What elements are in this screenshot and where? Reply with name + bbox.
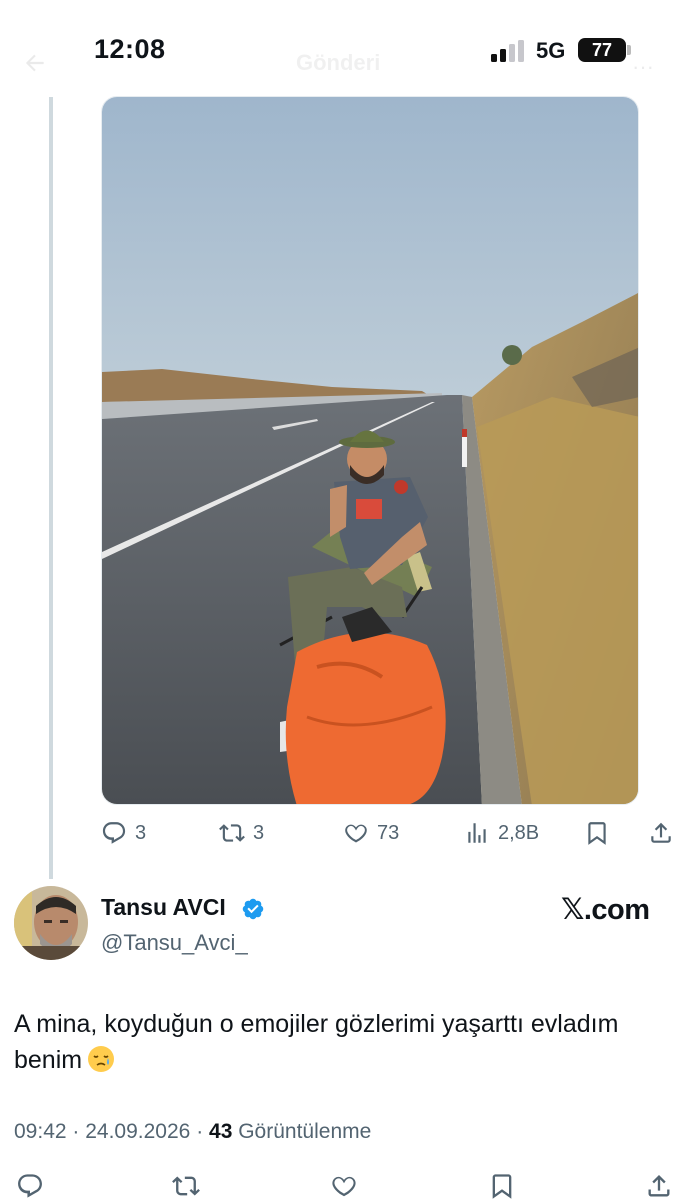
tweet-photo[interactable] — [101, 96, 639, 805]
author-name[interactable]: Tansu AVCI — [101, 894, 226, 921]
retweet-icon[interactable] — [172, 1172, 200, 1199]
retweet-button[interactable]: 3 — [219, 818, 264, 848]
reply-icon[interactable] — [16, 1172, 44, 1199]
retweet-icon — [219, 824, 245, 842]
avatar[interactable] — [14, 886, 88, 960]
back-arrow-icon[interactable] — [22, 50, 48, 76]
reply-button[interactable]: 3 — [101, 818, 146, 848]
like-count: 73 — [377, 821, 400, 844]
avatar-image — [14, 886, 88, 960]
signal-icon — [491, 40, 524, 62]
share-icon — [651, 822, 671, 843]
author-handle[interactable]: @Tansu_Avci_ — [101, 930, 248, 956]
tweet-views-label: Görüntülenme — [238, 1120, 372, 1143]
tweet-text: A mina, koyduğun o emojiler gözlerimi ya… — [14, 1006, 674, 1078]
like-button[interactable]: 73 — [343, 818, 399, 848]
status-time: 12:08 — [94, 34, 166, 64]
page-title: Gönderi — [296, 50, 381, 75]
heart-icon — [345, 824, 367, 843]
tweet-time[interactable]: 09:42 — [14, 1120, 67, 1143]
retweet-count: 3 — [253, 821, 265, 844]
tweet-action-bar — [0, 1168, 691, 1199]
share-icon[interactable] — [645, 1172, 673, 1199]
network-type: 5G — [536, 38, 566, 63]
tweet-date[interactable]: 24.09.2026 — [85, 1120, 190, 1143]
tweet-meta: 09:42 · 24.09.2026 · 43 Görüntülenme — [14, 1120, 371, 1144]
reply-icon — [102, 822, 126, 844]
x-brand-watermark: 𝕏.com — [561, 894, 650, 926]
battery-level: 77 — [591, 39, 613, 60]
heart-icon[interactable] — [330, 1172, 358, 1199]
analytics-icon — [468, 823, 486, 843]
view-count: 2,8B — [498, 821, 540, 844]
status-bar: Gönderi ··· 12:08 5G 77 — [0, 0, 691, 100]
bookmark-button[interactable] — [584, 818, 610, 848]
tweet-views-count: 43 — [209, 1120, 233, 1143]
share-button[interactable] — [648, 818, 674, 848]
more-icon[interactable]: ··· — [632, 54, 654, 80]
bookmark-icon — [588, 822, 606, 845]
thread-connector-line — [49, 97, 53, 879]
battery-tip — [627, 45, 631, 55]
meta-separator: · — [72, 1120, 86, 1143]
meta-separator: · — [196, 1120, 210, 1143]
battery-icon: 77 — [578, 38, 626, 62]
reply-count: 3 — [135, 821, 147, 844]
verified-badge-icon — [242, 898, 264, 920]
photo-illustration — [102, 97, 638, 804]
crying-face-icon — [88, 1046, 115, 1072]
bookmark-icon[interactable] — [488, 1172, 516, 1199]
views-button[interactable]: 2,8B — [464, 818, 539, 848]
